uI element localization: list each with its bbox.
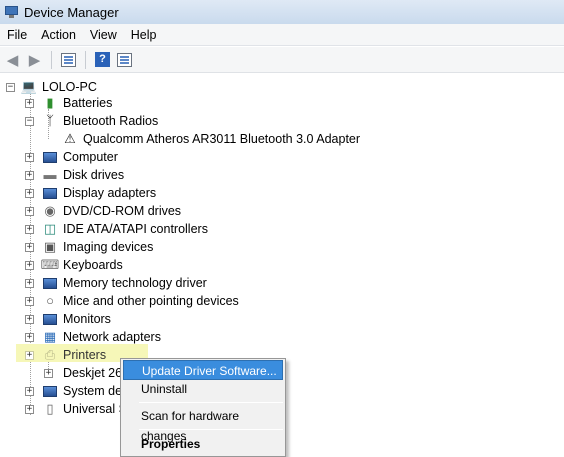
forward-arrow-icon[interactable]: ▶ — [25, 51, 44, 69]
show-hide-tree-icon[interactable] — [59, 51, 78, 69]
tree-item-label: Display adapters — [63, 186, 157, 200]
device-manager-icon — [4, 5, 19, 19]
menu-separator — [139, 429, 283, 430]
ide-controller-icon: ◫ — [43, 221, 57, 236]
bluetooth-warning-icon: ⚠ — [64, 131, 76, 146]
properties-icon[interactable] — [115, 51, 134, 69]
context-menu: Update Driver Software... Uninstall Scan… — [120, 358, 286, 457]
mouse-icon: ○ — [46, 293, 54, 308]
computer-icon: 💻 — [20, 79, 38, 94]
battery-icon: ▮ — [46, 95, 54, 110]
tree-item-label: Monitors — [63, 312, 111, 326]
tree-item-label: Computer — [63, 150, 118, 164]
tree-item-network-adapters[interactable]: + ▦ Network adapters — [25, 328, 161, 346]
back-arrow-icon[interactable]: ◀ — [3, 51, 22, 69]
expand-toggle[interactable]: + — [25, 278, 34, 288]
tree-item-label: DVD/CD-ROM drives — [63, 204, 182, 218]
tree-item-system-devices[interactable]: + System dev — [25, 382, 128, 400]
tree-item-computer[interactable]: + Computer — [25, 148, 118, 166]
collapse-toggle[interactable]: − — [25, 116, 34, 126]
tree-item-mice[interactable]: + ○ Mice and other pointing devices — [25, 292, 239, 310]
collapse-toggle[interactable]: − — [6, 82, 15, 92]
printer-icon: ⎙ — [44, 347, 56, 362]
expand-toggle[interactable]: + — [25, 332, 34, 342]
expand-toggle[interactable]: + — [25, 296, 34, 306]
tree-item-bluetooth-adapter[interactable]: ⚠ Qualcomm Atheros AR3011 Bluetooth 3.0 … — [62, 130, 360, 148]
tree-item-label: System dev — [63, 384, 129, 398]
tree-item-printers[interactable]: + ⎙ Printers — [25, 346, 106, 364]
expand-toggle[interactable]: + — [25, 404, 34, 414]
tree-item-dvd-drives[interactable]: + ◉ DVD/CD-ROM drives — [25, 202, 181, 220]
tree-item-label: Imaging devices — [63, 240, 154, 254]
dvd-drive-icon: ◉ — [44, 203, 56, 218]
expand-toggle[interactable]: + — [25, 350, 34, 360]
system-device-icon — [42, 383, 58, 399]
usb-icon: ▯ — [46, 401, 54, 416]
toolbar-separator — [51, 50, 52, 69]
expand-toggle[interactable]: + — [25, 224, 34, 234]
tree-item-usb-controllers[interactable]: + ▯ Universal S — [25, 400, 127, 418]
expand-toggle[interactable]: + — [25, 242, 34, 252]
menu-action[interactable]: Action — [34, 24, 83, 46]
tree-item-label: Memory technology driver — [63, 276, 207, 290]
tree-item-label: IDE ATA/ATAPI controllers — [63, 222, 208, 236]
expand-toggle[interactable]: + — [25, 188, 34, 198]
tree-item-label: Qualcomm Atheros AR3011 Bluetooth 3.0 Ad… — [83, 132, 361, 146]
expand-toggle[interactable]: + — [25, 206, 34, 216]
toolbar: ◀ ▶ ? — [0, 47, 564, 73]
tree-item-imaging-devices[interactable]: + ▣ Imaging devices — [25, 238, 153, 256]
menu-scan-hardware[interactable]: Scan for hardware changes — [123, 406, 283, 443]
tree-item-display-adapters[interactable]: + Display adapters — [25, 184, 156, 202]
tree-item-disk-drives[interactable]: + ▬ Disk drives — [25, 166, 124, 184]
tree-item-ide-controllers[interactable]: + ◫ IDE ATA/ATAPI controllers — [25, 220, 208, 238]
tree-item-bluetooth-radios[interactable]: − ᛉ Bluetooth Radios — [25, 112, 158, 130]
expand-toggle[interactable]: + — [25, 152, 34, 162]
menu-update-driver[interactable]: Update Driver Software... — [123, 360, 283, 380]
menu-bar: File Action View Help — [0, 24, 564, 46]
display-adapter-icon — [42, 185, 58, 201]
memory-icon — [42, 275, 58, 291]
monitor-icon — [42, 311, 58, 327]
expand-toggle[interactable]: + — [25, 170, 34, 180]
bluetooth-icon: ᛉ — [46, 113, 54, 128]
menu-uninstall[interactable]: Uninstall — [123, 379, 283, 399]
tree-item-label: Universal S — [63, 402, 127, 416]
tree-item-memory-technology[interactable]: + Memory technology driver — [25, 274, 207, 292]
tree-item-keyboards[interactable]: + ⌨ Keyboards — [25, 256, 123, 274]
tree-item-deskjet[interactable]: + Deskjet 26 — [44, 364, 122, 382]
tree-item-label: Printers — [63, 348, 107, 362]
tree-item-label: Keyboards — [63, 258, 123, 272]
tree-item-label: Bluetooth Radios — [63, 114, 159, 128]
camera-icon: ▣ — [43, 239, 57, 254]
title-bar: Device Manager — [0, 0, 564, 24]
menu-file[interactable]: File — [0, 24, 34, 46]
network-adapter-icon: ▦ — [43, 329, 57, 344]
expand-toggle[interactable]: + — [25, 260, 34, 270]
toolbar-separator — [85, 50, 86, 69]
tree-item-label: Mice and other pointing devices — [63, 294, 239, 308]
menu-view[interactable]: View — [83, 24, 124, 46]
expand-toggle[interactable]: + — [25, 98, 34, 108]
disk-drive-icon: ▬ — [43, 167, 57, 182]
tree-item-label: Deskjet 26 — [63, 366, 123, 380]
tree-item-label: Batteries — [63, 96, 113, 110]
expand-toggle[interactable]: + — [25, 386, 34, 396]
tree-item-label: Network adapters — [63, 330, 161, 344]
help-icon[interactable]: ? — [93, 51, 112, 69]
menu-properties[interactable]: Properties — [123, 434, 283, 454]
keyboard-icon: ⌨ — [40, 257, 60, 272]
window-title: Device Manager — [24, 4, 119, 20]
tree-item-monitors[interactable]: + Monitors — [25, 310, 111, 328]
tree-item-label: Disk drives — [63, 168, 125, 182]
menu-help[interactable]: Help — [124, 24, 164, 46]
expand-toggle[interactable]: + — [25, 314, 34, 324]
menu-separator — [139, 402, 283, 403]
expand-toggle[interactable]: + — [44, 368, 53, 378]
tree-item-batteries[interactable]: + ▮ Batteries — [25, 94, 112, 112]
computer-icon — [42, 149, 58, 165]
